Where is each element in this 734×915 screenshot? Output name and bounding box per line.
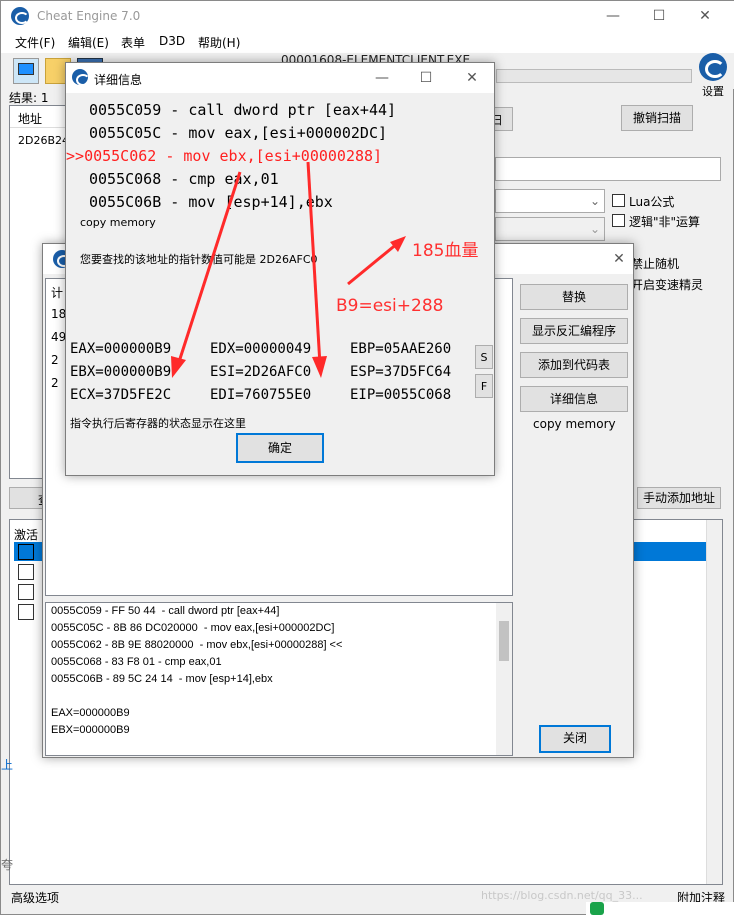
arrow-to-ebx	[176, 171, 242, 366]
annotation-blood: 185血量	[412, 241, 479, 261]
arrowhead-esi	[312, 356, 327, 378]
arrow-to-blood	[347, 241, 399, 286]
annotation-arrows	[171, 161, 406, 378]
arrowhead-ebx	[171, 356, 186, 378]
tray-app-icon[interactable]	[590, 902, 604, 915]
arrowhead-blood	[390, 236, 406, 252]
annotation-formula: B9=esi+288	[336, 296, 444, 316]
arrow-to-esi	[306, 161, 322, 366]
tray-strip	[586, 902, 734, 915]
